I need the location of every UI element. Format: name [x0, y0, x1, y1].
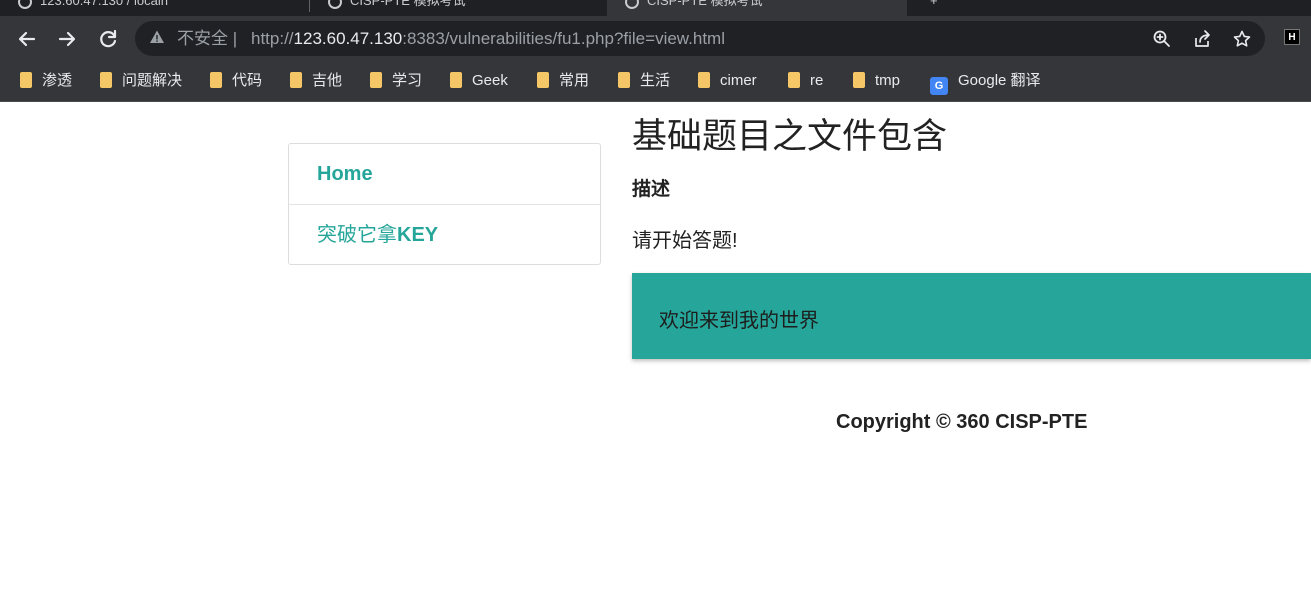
tab-title: CISP-PTE 模拟考试	[647, 0, 763, 8]
bookmark-label: cimer	[720, 72, 757, 89]
security-label[interactable]: 不安全 |	[177, 29, 237, 49]
sidebar-item-label: 突破它拿	[317, 224, 397, 246]
folder-icon	[20, 72, 32, 88]
bookmark-label: 渗透	[42, 72, 73, 89]
bookmark-label: re	[810, 72, 824, 89]
bookmark-label: tmp	[875, 72, 901, 89]
tab-favicon-icon	[625, 0, 639, 9]
description-heading: 描述	[632, 179, 671, 200]
bookmark-folder[interactable]: re	[788, 69, 823, 93]
footer-copyright: Copyright © 360 CISP-PTE	[836, 411, 1088, 433]
new-tab-button[interactable]: +	[930, 0, 970, 16]
bookmark-folder[interactable]: 代码	[210, 69, 262, 93]
banner-text: 欢迎来到我的世界	[659, 310, 819, 332]
warning-icon[interactable]	[149, 29, 165, 45]
sidebar-nav: Home 突破它拿KEY	[288, 143, 601, 265]
folder-icon	[100, 72, 112, 88]
zoom-icon[interactable]	[1150, 27, 1174, 51]
folder-icon	[537, 72, 549, 88]
bookmark-folder[interactable]: tmp	[853, 69, 900, 93]
bookmark-label: 生活	[640, 72, 671, 89]
bookmark-label: Google 翻译	[958, 72, 1041, 89]
sidebar-item-get-key[interactable]: 突破它拿KEY	[289, 204, 600, 264]
google-translate-icon: G	[930, 77, 948, 95]
folder-icon	[450, 72, 462, 88]
folder-icon	[618, 72, 630, 88]
address-bar[interactable]: 不安全 | http://123.60.47.130:8383/vulnerab…	[135, 21, 1265, 56]
bookmark-label: 吉他	[312, 72, 343, 89]
browser-tab-active[interactable]: CISP-PTE 模拟考试	[607, 0, 907, 16]
bookmark-label: 代码	[232, 72, 263, 89]
reload-button[interactable]	[94, 25, 122, 53]
browser-toolbar: 不安全 | http://123.60.47.130:8383/vulnerab…	[0, 16, 1311, 62]
folder-icon	[370, 72, 382, 88]
forward-button[interactable]	[53, 25, 81, 53]
tab-strip: 123.60.47.130 / localh CISP-PTE 模拟考试 CIS…	[0, 0, 1311, 16]
sidebar-item-label-key: KEY	[397, 224, 439, 246]
bookmark-folder[interactable]: 常用	[537, 69, 589, 93]
bookmark-label: Geek	[472, 72, 508, 89]
page-viewport: Home 突破它拿KEY 基础题目之文件包含 描述 请开始答题! 欢迎来到我的世…	[0, 102, 1311, 613]
welcome-banner: 欢迎来到我的世界	[632, 273, 1311, 359]
bookmark-folder[interactable]: Geek	[450, 69, 508, 93]
tab-title: CISP-PTE 模拟考试	[350, 0, 466, 8]
tab-favicon-icon	[18, 0, 32, 9]
sidebar-item-home[interactable]: Home	[289, 144, 600, 204]
folder-icon	[698, 72, 710, 88]
back-button[interactable]	[13, 25, 41, 53]
bookmark-folder[interactable]: 渗透	[20, 69, 72, 93]
folder-icon	[290, 72, 302, 88]
tab-favicon-icon	[328, 0, 342, 9]
bookmark-folder[interactable]: 生活	[618, 69, 670, 93]
arrow-right-icon	[58, 31, 76, 47]
bookmark-label: 问题解决	[122, 72, 183, 89]
bookmark-folder[interactable]: 学习	[370, 69, 422, 93]
plus-icon: +	[930, 0, 938, 8]
description-text: 请开始答题!	[632, 230, 738, 252]
share-icon[interactable]	[1190, 27, 1214, 51]
page-title: 基础题目之文件包含	[632, 117, 948, 156]
bookmark-label: 学习	[392, 72, 423, 89]
folder-icon	[853, 72, 865, 88]
bookmark-folder[interactable]: 问题解决	[100, 69, 182, 93]
folder-icon	[210, 72, 222, 88]
bookmark-folder[interactable]: 吉他	[290, 69, 342, 93]
bookmark-google-translate[interactable]: G Google 翻译	[930, 69, 1041, 95]
browser-tab-2[interactable]: CISP-PTE 模拟考试	[310, 0, 606, 16]
bookmark-star-icon[interactable]	[1230, 27, 1254, 51]
url-path: :8383/vulnerabilities/fu1.php?file=view.…	[402, 29, 725, 48]
folder-icon	[788, 72, 800, 88]
url-text[interactable]: http://123.60.47.130:8383/vulnerabilitie…	[251, 29, 725, 49]
bookmark-label: 常用	[559, 72, 590, 89]
reload-icon	[100, 29, 117, 48]
browser-tab-1[interactable]: 123.60.47.130 / localh	[0, 0, 308, 16]
extension-icon[interactable]: H	[1284, 29, 1300, 45]
bookmark-folder[interactable]: cimer	[698, 69, 757, 93]
bookmarks-bar: 渗透 问题解决 代码 吉他 学习 Geek 常用 生活 cimer re tmp…	[0, 62, 1311, 102]
url-host: 123.60.47.130	[293, 29, 403, 48]
tab-title: 123.60.47.130 / localh	[40, 0, 168, 8]
url-scheme: http://	[251, 29, 294, 48]
arrow-left-icon	[18, 31, 36, 47]
